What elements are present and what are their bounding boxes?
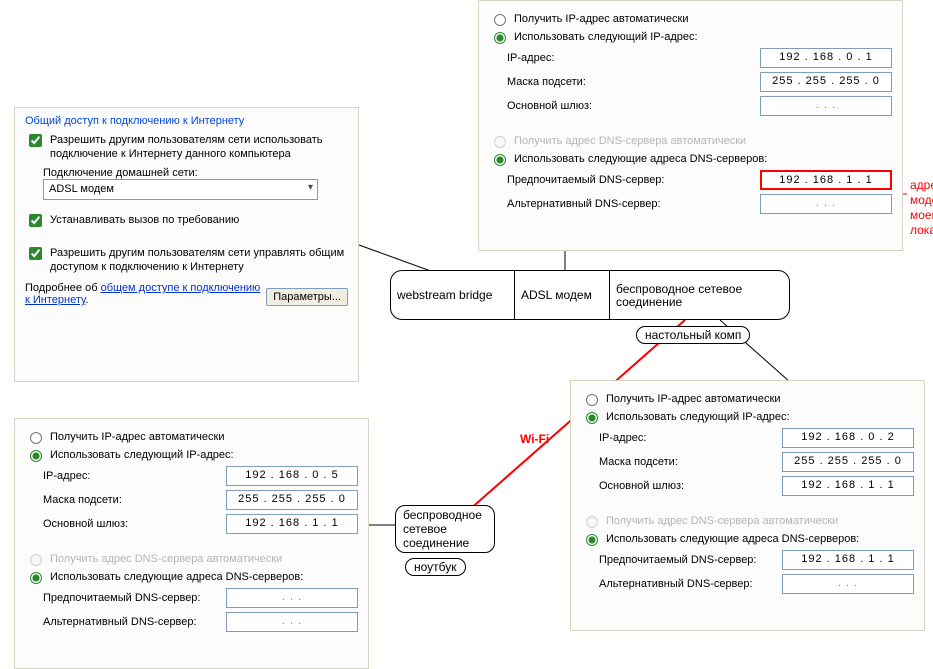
radio-auto-dns: Получить адрес DNS-сервера автоматически xyxy=(581,513,914,528)
chk-manage[interactable] xyxy=(29,247,42,260)
chk-dial[interactable] xyxy=(29,214,42,227)
dns2-field[interactable]: . . . xyxy=(782,574,914,594)
radio-auto-dns: Получить адрес DNS-сервера автоматически xyxy=(25,551,358,566)
gw-field[interactable]: 192 . 168 . 1 . 1 xyxy=(226,514,358,534)
ip-panel-desktop-wireless: Получить IP-адрес автоматически Использо… xyxy=(570,380,925,631)
chk-manage-label: Разрешить другим пользователям сети упра… xyxy=(50,246,348,274)
radio-manual-dns[interactable]: Использовать следующие адреса DNS-сервер… xyxy=(489,151,892,166)
radio-auto-ip[interactable]: Получить IP-адрес автоматически xyxy=(489,11,892,26)
more-info: Подробнее об общем доступе к подключению… xyxy=(25,282,266,306)
sharing-panel: Общий доступ к подключению к Интернету Р… xyxy=(14,107,359,382)
mask-label: Маска подсети: xyxy=(507,76,586,88)
ip-field[interactable]: 192 . 168 . 0 . 5 xyxy=(226,466,358,486)
mask-field[interactable]: 255 . 255 . 255 . 0 xyxy=(226,490,358,510)
radio-manual-ip[interactable]: Использовать следующий IP-адрес: xyxy=(25,447,358,462)
radio-manual-dns[interactable]: Использовать следующие адреса DNS-сервер… xyxy=(25,569,358,584)
red-annotation: адрес модема в моей локалке xyxy=(910,178,933,238)
mask-field[interactable]: 255 . 255 . 255 . 0 xyxy=(760,72,892,92)
ip-label: IP-адрес: xyxy=(507,52,554,64)
dns1-field[interactable]: 192 . 168 . 1 . 1 xyxy=(760,170,892,190)
desktop-bar: webstream bridge ADSL модем беспроводное… xyxy=(390,270,790,320)
desktop-label: настольный комп xyxy=(636,326,750,344)
radio-manual-ip[interactable]: Использовать следующий IP-адрес: xyxy=(489,29,892,44)
cell-webstream: webstream bridge xyxy=(391,271,515,319)
dns2-field[interactable]: . . . xyxy=(226,612,358,632)
laptop-label: ноутбук xyxy=(405,558,466,576)
chk-allow-label: Разрешить другим пользователям сети испо… xyxy=(50,133,348,161)
cell-wireless: беспроводное сетевое соединение xyxy=(610,271,791,319)
radio-manual-dns[interactable]: Использовать следующие адреса DNS-сервер… xyxy=(581,531,914,546)
radio-auto-ip[interactable]: Получить IP-адрес автоматически xyxy=(25,429,358,444)
laptop-wireless-box: беспроводное сетевое соединение xyxy=(395,505,495,553)
dns2-field[interactable]: . . . xyxy=(760,194,892,214)
ip-field[interactable]: 192 . 168 . 0 . 1 xyxy=(760,48,892,68)
chk-allow[interactable] xyxy=(29,134,42,147)
dns1-label: Предпочитаемый DNS-сервер: xyxy=(507,174,664,186)
chk-allow-row[interactable]: Разрешить другим пользователям сети испо… xyxy=(25,133,348,161)
radio-manual-ip[interactable]: Использовать следующий IP-адрес: xyxy=(581,409,914,424)
ip-field[interactable]: 192 . 168 . 0 . 2 xyxy=(782,428,914,448)
dns1-field[interactable]: . . . xyxy=(226,588,358,608)
mask-field[interactable]: 255 . 255 . 255 . 0 xyxy=(782,452,914,472)
ip-panel-desktop-adsl: Получить IP-адрес автоматически Использо… xyxy=(478,0,903,251)
home-net-value: ADSL модем xyxy=(49,183,114,195)
wifi-label: Wi-Fi xyxy=(520,432,549,447)
home-net-select[interactable]: ADSL модем xyxy=(43,179,318,200)
gw-field[interactable]: 192 . 168 . 1 . 1 xyxy=(782,476,914,496)
params-button[interactable]: Параметры... xyxy=(266,288,348,306)
sharing-title: Общий доступ к подключению к Интернету xyxy=(25,115,348,127)
radio-auto-dns: Получить адрес DNS-сервера автоматически xyxy=(489,133,892,148)
gw-label: Основной шлюз: xyxy=(507,100,592,112)
chk-dial-row[interactable]: Устанавливать вызов по требованию xyxy=(25,213,348,230)
chk-dial-label: Устанавливать вызов по требованию xyxy=(50,213,239,227)
dns1-field[interactable]: 192 . 168 . 1 . 1 xyxy=(782,550,914,570)
home-net-label: Подключение домашней сети: xyxy=(43,167,348,179)
chk-manage-row[interactable]: Разрешить другим пользователям сети упра… xyxy=(25,246,348,274)
gw-field[interactable]: . . . xyxy=(760,96,892,116)
radio-auto-ip[interactable]: Получить IP-адрес автоматически xyxy=(581,391,914,406)
ip-panel-laptop: Получить IP-адрес автоматически Использо… xyxy=(14,418,369,669)
cell-adsl: ADSL модем xyxy=(515,271,610,319)
dns2-label: Альтернативный DNS-сервер: xyxy=(507,198,661,210)
